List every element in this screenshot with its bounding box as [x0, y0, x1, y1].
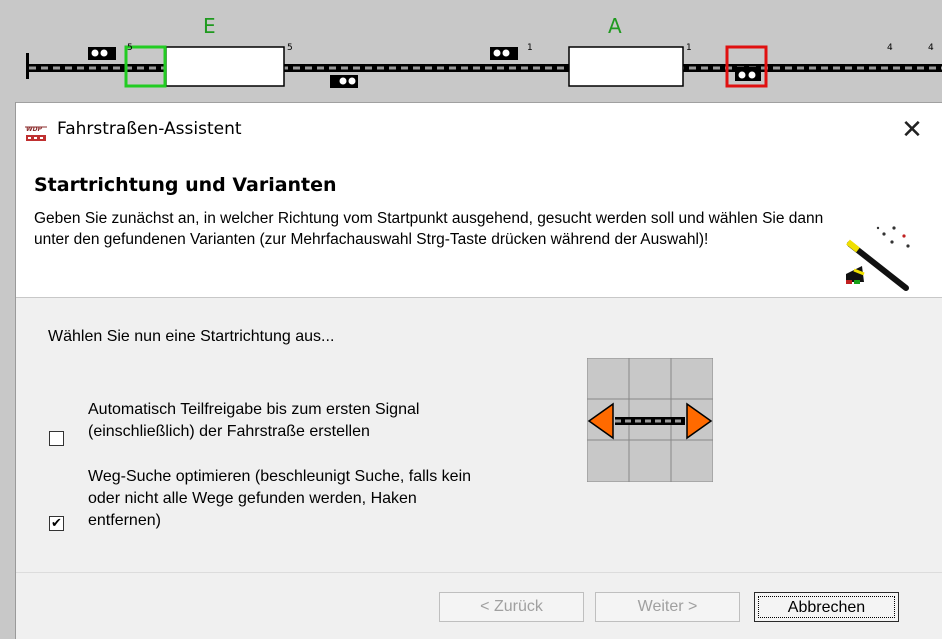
next-button-label: Weiter > [637, 598, 698, 615]
partial-release-checkbox[interactable] [49, 431, 64, 446]
page-description: Geben Sie zunächst an, in welcher Richtu… [34, 210, 824, 248]
signal-number: 4 [928, 43, 934, 53]
page-title: Startrichtung und Varianten [34, 174, 337, 196]
back-button-label: < Zurück [480, 598, 543, 615]
dialog-title: Fahrstraßen-Assistent [57, 119, 242, 139]
signal-icon-2 [330, 75, 358, 88]
direction-selector[interactable] [587, 358, 713, 482]
signal-number: 5 [287, 43, 293, 53]
option-optimize-search-label: Weg-Suche optimieren (beschleunigt Suche… [88, 468, 472, 529]
magic-wand-icon [846, 226, 910, 291]
close-button[interactable]: ✕ [896, 113, 928, 147]
track-diagram: E A 5 5 1 1 4 4 [0, 0, 942, 100]
signal-number: 4 [887, 43, 893, 53]
signal-number: 1 [686, 43, 692, 53]
signal-number: 1 [527, 43, 533, 53]
header-panel: Startrichtung und Varianten Geben Sie zu… [16, 156, 942, 298]
instruction-text: Wählen Sie nun eine Startrichtung aus... [48, 328, 335, 345]
route-assistant-dialog: WDP Fahrstraßen-Assistent ✕ Startrichtun… [15, 102, 942, 639]
next-button[interactable]: Weiter > [595, 592, 740, 622]
signal-icon-4 [735, 67, 761, 81]
buffer-stop [26, 53, 29, 79]
signal-icon-1 [88, 47, 116, 60]
cancel-focus-rect: Abbrechen [758, 596, 895, 618]
signal-icon-3 [490, 47, 518, 60]
block-a[interactable] [568, 46, 684, 87]
title-bar[interactable]: WDP Fahrstraßen-Assistent ✕ [16, 102, 942, 157]
footer-separator [16, 572, 942, 573]
track-svg [26, 45, 942, 88]
optimize-search-checkbox[interactable]: ✔ [49, 516, 64, 531]
block-e[interactable] [165, 46, 285, 87]
app-icon-text: WDP [26, 126, 42, 133]
close-icon: ✕ [901, 115, 923, 145]
back-button[interactable]: < Zurück [439, 592, 584, 622]
signal-number: 5 [127, 43, 133, 53]
cancel-button-label: Abbrechen [787, 599, 866, 616]
option-partial-release-label: Automatisch Teilfreigabe bis zum ersten … [88, 401, 420, 440]
cancel-button[interactable]: Abbrechen [754, 592, 899, 622]
